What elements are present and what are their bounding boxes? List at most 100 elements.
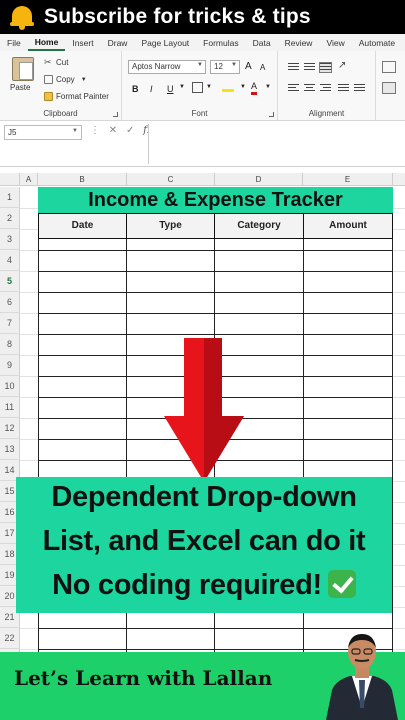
italic-button[interactable]: I xyxy=(150,84,153,94)
gridline xyxy=(20,460,38,461)
row-header-1[interactable]: 1 xyxy=(0,187,20,208)
name-box[interactable]: J5 ▼ xyxy=(4,125,82,140)
copy-button[interactable]: Copy ▼ xyxy=(44,75,87,84)
tab-automate[interactable]: Automate xyxy=(352,38,402,51)
caption-line-3: No coding required! xyxy=(16,569,392,602)
subscribe-banner: Subscribe for tricks & tips xyxy=(0,0,405,34)
presenter-avatar xyxy=(326,634,398,720)
font-color-button[interactable]: A xyxy=(251,81,258,95)
decrease-indent-icon[interactable] xyxy=(338,84,349,93)
header-date-cell[interactable]: Date xyxy=(38,213,127,239)
align-right-icon[interactable] xyxy=(320,84,331,93)
tab-view[interactable]: View xyxy=(319,38,351,51)
align-bottom-icon[interactable] xyxy=(319,62,332,73)
row-header-13[interactable]: 13 xyxy=(0,439,20,460)
align-top-icon[interactable] xyxy=(288,63,299,72)
header-category-cell[interactable]: Category xyxy=(214,213,304,239)
format-painter-button[interactable]: Format Painter xyxy=(44,92,109,101)
column-header-f[interactable] xyxy=(393,173,405,186)
gridline xyxy=(20,208,38,209)
fill-color-icon[interactable] xyxy=(222,82,234,92)
underline-button[interactable]: U xyxy=(167,84,174,94)
chevron-down-icon[interactable]: ▼ xyxy=(81,77,87,83)
chevron-down-icon[interactable]: ▼ xyxy=(265,84,271,90)
column-header-d[interactable]: D xyxy=(215,173,303,186)
row-header-11[interactable]: 11 xyxy=(0,397,20,418)
tab-draw[interactable]: Draw xyxy=(101,38,135,51)
banner-text: Subscribe for tricks & tips xyxy=(44,5,311,28)
font-group-label: Font xyxy=(191,109,208,118)
header-amount-cell[interactable]: Amount xyxy=(303,213,393,239)
chevron-down-icon[interactable]: ▼ xyxy=(240,84,246,90)
row-header-3[interactable]: 3 xyxy=(0,229,20,250)
row-header-2[interactable]: 2 xyxy=(0,208,20,229)
row-header-12[interactable]: 12 xyxy=(0,418,20,439)
increase-font-button[interactable]: A xyxy=(245,61,252,72)
orientation-icon[interactable]: ↗ xyxy=(338,60,346,71)
chevron-down-icon[interactable]: ▼ xyxy=(206,84,212,90)
row-header-8[interactable]: 8 xyxy=(0,334,20,355)
select-all-corner[interactable] xyxy=(0,173,20,186)
row-header-9[interactable]: 9 xyxy=(0,355,20,376)
tab-review[interactable]: Review xyxy=(278,38,320,51)
tracker-title-cell[interactable]: Income & Expense Tracker xyxy=(38,187,393,213)
gridline xyxy=(393,334,405,335)
decrease-font-button[interactable]: A xyxy=(260,63,265,72)
header-type-cell[interactable]: Type xyxy=(126,213,215,239)
tab-home[interactable]: Home xyxy=(27,37,66,51)
gridline xyxy=(393,607,405,608)
tab-page-layout[interactable]: Page Layout xyxy=(134,38,196,51)
font-family-select[interactable]: Aptos Narrow ▼ xyxy=(128,60,206,74)
caption-box: Dependent Drop-down List, and Excel can … xyxy=(16,477,392,613)
gridline xyxy=(20,271,38,272)
cancel-icon[interactable]: ✕ xyxy=(109,125,117,136)
column-header-b[interactable]: B xyxy=(38,173,127,186)
font-size-select[interactable]: 12 ▼ xyxy=(210,60,240,74)
row-header-4[interactable]: 4 xyxy=(0,250,20,271)
align-left-icon[interactable] xyxy=(288,84,299,93)
gridline xyxy=(20,628,38,629)
gridline xyxy=(20,334,38,335)
dialog-launcher-icon[interactable] xyxy=(113,112,118,117)
merge-icon[interactable] xyxy=(382,82,396,94)
chevron-down-icon[interactable]: ▼ xyxy=(179,84,185,90)
cut-button[interactable]: ✂ Cut xyxy=(44,57,68,68)
column-header-e[interactable]: E xyxy=(303,173,393,186)
enter-icon[interactable]: ✓ xyxy=(126,125,134,136)
gridline xyxy=(393,544,405,545)
dialog-launcher-icon[interactable] xyxy=(269,112,274,117)
tab-data[interactable]: Data xyxy=(246,38,278,51)
column-header-a[interactable]: A xyxy=(20,173,38,186)
tab-insert[interactable]: Insert xyxy=(65,38,100,51)
row-header-10[interactable]: 10 xyxy=(0,376,20,397)
gridline xyxy=(393,523,405,524)
gridline xyxy=(393,250,405,251)
increase-indent-icon[interactable] xyxy=(354,84,365,93)
row-header-22[interactable]: 22 xyxy=(0,628,20,649)
formula-input[interactable] xyxy=(148,124,405,164)
gridline xyxy=(393,502,405,503)
bell-icon xyxy=(10,4,34,30)
gridline xyxy=(393,565,405,566)
bold-button[interactable]: B xyxy=(132,84,139,94)
paste-icon[interactable] xyxy=(12,57,34,81)
scissors-icon: ✂ xyxy=(44,57,52,67)
formula-bar-controls: ⋮ ✕ ✓ fx xyxy=(90,125,152,136)
caption-line-1: Dependent Drop-down xyxy=(51,481,357,513)
row-header-7[interactable]: 7 xyxy=(0,313,20,334)
row-header-6[interactable]: 6 xyxy=(0,292,20,313)
column-header-c[interactable]: C xyxy=(127,173,215,186)
gridline xyxy=(20,376,38,377)
align-middle-icon[interactable] xyxy=(304,63,315,72)
gridline xyxy=(393,271,405,272)
wrap-text-icon[interactable] xyxy=(382,61,396,73)
gridline xyxy=(393,376,405,377)
tab-formulas[interactable]: Formulas xyxy=(196,38,245,51)
paste-button[interactable]: Paste xyxy=(10,83,30,92)
borders-icon[interactable] xyxy=(192,82,203,93)
align-center-icon[interactable] xyxy=(304,84,315,93)
tab-file[interactable]: File xyxy=(0,38,28,51)
check-mark-icon xyxy=(327,570,356,598)
row-header-5[interactable]: 5 xyxy=(0,271,20,292)
paintbrush-icon xyxy=(44,92,53,101)
